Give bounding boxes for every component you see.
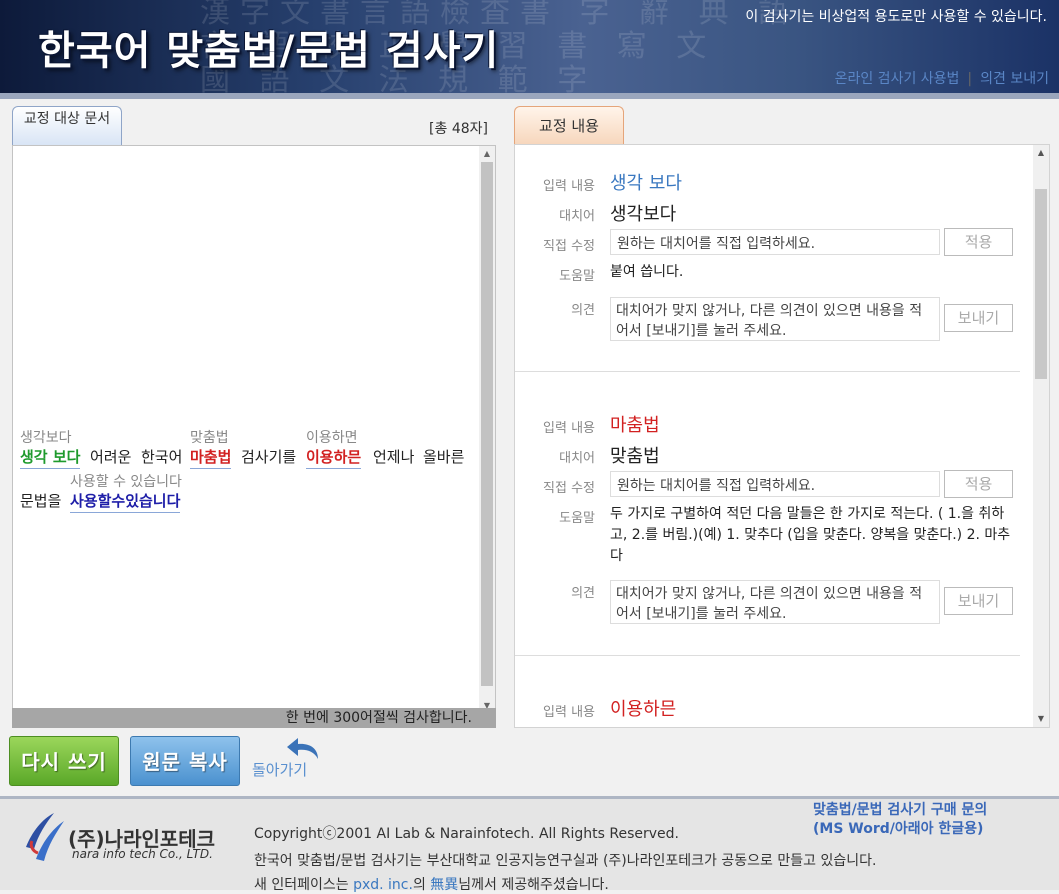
buy-inquiry-line-1: 맞춤법/문법 검사기 구매 문의 xyxy=(813,802,988,818)
scroll-up-icon[interactable]: ▲ xyxy=(479,146,495,162)
replace-label: 대치어 xyxy=(559,451,595,466)
plain-word: 언제나 xyxy=(373,448,415,466)
help-text: 붙여 씁니다. xyxy=(610,264,684,280)
input-label: 입력 내용 xyxy=(543,179,595,194)
pxd-link[interactable]: pxd. inc. xyxy=(353,877,413,893)
interface-credit-prefix: 새 인터페이스는 xyxy=(254,877,354,893)
error-word[interactable]: 사용할 수 있습니다 사용할수있습니다 xyxy=(70,474,182,513)
rewrite-button[interactable]: 다시 쓰기 xyxy=(9,736,119,786)
source-text-area[interactable]: 생각보다 생각 보다 어려운 한국어 맞춤법 마춤법 검사기를 이용하면 이용하… xyxy=(12,145,496,715)
back-arrow-icon[interactable] xyxy=(284,737,324,761)
scroll-up-icon[interactable]: ▲ xyxy=(1033,145,1049,161)
suggestion-label: 맞춤법 xyxy=(190,430,229,446)
input-word: 이용하믄 xyxy=(610,699,677,720)
help-text: 두 가지로 구별하여 적던 다음 말들은 한 가지로 적는다. ( 1.을 취하… xyxy=(610,506,1011,564)
interface-credit-suffix: 님께서 제공해주셨습니다. xyxy=(458,877,609,893)
scroll-thumb[interactable] xyxy=(1035,189,1047,379)
check-limit-note: 한 번에 300어절씩 검사합니다. xyxy=(12,708,496,728)
suggestion-label: 이용하면 xyxy=(306,430,358,446)
buy-inquiry-link[interactable]: 맞춤법/문법 검사기 구매 문의 (MS Word/아래아 한글용) xyxy=(813,801,987,839)
send-button[interactable]: 보내기 xyxy=(944,587,1013,615)
copyright-text: Copyrightⓒ2001 AI Lab & Narainfotech. Al… xyxy=(254,826,679,842)
correction-panel: 교정 내용 입력 내용 생각 보다 대치어 생각보다 직접 수정 원하는 대치어… xyxy=(514,106,1050,728)
header-banner: 漢字文書言語檢査書 字 辭 典 語言 語 校 正 學 習 書 寫 文國 語 文 … xyxy=(0,0,1059,93)
error-token: 생각 보다 xyxy=(20,448,81,469)
apply-button[interactable]: 적용 xyxy=(944,470,1013,498)
item-divider xyxy=(515,371,1020,372)
action-bar: 다시 쓰기 원문 복사 돌아가기 xyxy=(0,733,1059,789)
error-token: 이용하믄 xyxy=(306,448,362,469)
item-divider xyxy=(515,655,1020,656)
header-divider-bar xyxy=(0,93,1059,99)
input-word: 마춤법 xyxy=(610,415,660,436)
app-logo: 한국어 맞춤법/문법 검사기 xyxy=(38,28,500,74)
interface-credit: 새 인터페이스는 pxd. inc.의 無異님께서 제공해주셨습니다. xyxy=(254,874,609,894)
input-label: 입력 내용 xyxy=(543,705,595,720)
char-count: [총 48자] xyxy=(429,121,488,137)
error-word[interactable]: 이용하면 이용하믄 xyxy=(306,430,362,469)
correction-scrollbar[interactable]: ▲ ▼ xyxy=(1033,145,1049,727)
send-button[interactable]: 보내기 xyxy=(944,304,1013,332)
source-document-panel: 교정 대상 문서 [총 48자] 생각보다 생각 보다 어려운 한국어 맞춤법 … xyxy=(12,106,496,728)
input-label: 입력 내용 xyxy=(543,421,595,436)
plain-word: 어려운 xyxy=(90,448,132,466)
scroll-thumb[interactable] xyxy=(481,162,493,686)
suggestion-label: 생각보다 xyxy=(20,430,72,446)
scroll-down-icon[interactable]: ▼ xyxy=(1033,711,1049,727)
designer-link[interactable]: 無異 xyxy=(430,877,458,893)
replace-word[interactable]: 생각보다 xyxy=(610,200,676,226)
footer: (주)나라인포테크 nara info tech Co., LTD. Copyr… xyxy=(0,796,1059,893)
opinion-textarea[interactable]: 대치어가 맞지 않거나, 다른 의견이 있으면 내용을 적어서 [보내기]를 눌… xyxy=(610,297,940,341)
direct-edit-label: 직접 수정 xyxy=(543,239,595,254)
direct-edit-label: 직접 수정 xyxy=(543,481,595,496)
opinion-label: 의견 xyxy=(571,586,595,601)
plain-word: 한국어 xyxy=(141,448,183,466)
error-token: 사용할수있습니다 xyxy=(70,492,181,513)
credit-text: 한국어 맞춤법/문법 검사기는 부산대학교 인공지능연구실과 (주)나라인포테크… xyxy=(254,853,877,869)
plain-word: 검사기를 xyxy=(241,448,297,466)
nara-logo-icon xyxy=(26,813,64,861)
help-label: 도움말 xyxy=(559,269,595,284)
apply-button[interactable]: 적용 xyxy=(944,228,1013,256)
interface-credit-mid: 의 xyxy=(412,877,431,893)
correction-list: 입력 내용 생각 보다 대치어 생각보다 직접 수정 원하는 대치어를 직접 입… xyxy=(514,144,1050,728)
suggestion-label: 사용할 수 있습니다 xyxy=(70,474,182,490)
opinion-textarea[interactable]: 대치어가 맞지 않거나, 다른 의견이 있으면 내용을 적어서 [보내기]를 눌… xyxy=(610,580,940,624)
copy-original-button[interactable]: 원문 복사 xyxy=(130,736,240,786)
company-logo: (주)나라인포테크 nara info tech Co., LTD. xyxy=(20,807,230,867)
tab-correction-content[interactable]: 교정 내용 xyxy=(514,106,624,144)
error-token: 마춤법 xyxy=(190,448,232,469)
opinion-label: 의견 xyxy=(571,303,595,318)
top-links: 온라인 검사기 사용법 | 의견 보내기 xyxy=(835,68,1049,88)
usage-guide-link[interactable]: 온라인 검사기 사용법 xyxy=(835,71,960,87)
buy-inquiry-line-2: (MS Word/아래아 한글용) xyxy=(813,821,984,837)
source-scrollbar[interactable]: ▲ ▼ xyxy=(479,146,495,714)
send-feedback-link[interactable]: 의견 보내기 xyxy=(980,71,1049,87)
back-link[interactable]: 돌아가기 xyxy=(252,759,307,780)
error-word[interactable]: 맞춤법 마춤법 xyxy=(190,430,232,469)
tab-source-document[interactable]: 교정 대상 문서 xyxy=(12,106,122,146)
direct-edit-input[interactable]: 원하는 대치어를 직접 입력하세요. xyxy=(610,471,940,497)
replace-word[interactable]: 맞춤법 xyxy=(610,442,660,468)
plain-word: 문법을 xyxy=(20,492,62,510)
company-name-english: nara info tech Co., LTD. xyxy=(72,847,213,861)
error-word[interactable]: 생각보다 생각 보다 xyxy=(20,430,81,469)
replace-label: 대치어 xyxy=(559,209,595,224)
direct-edit-input[interactable]: 원하는 대치어를 직접 입력하세요. xyxy=(610,229,940,255)
input-word: 생각 보다 xyxy=(610,173,682,194)
help-label: 도움말 xyxy=(559,511,595,526)
noncommercial-notice: 이 검사기는 비상업적 용도로만 사용할 수 있습니다. xyxy=(745,9,1047,25)
link-separator: | xyxy=(967,71,973,87)
plain-word: 올바른 xyxy=(423,448,465,466)
